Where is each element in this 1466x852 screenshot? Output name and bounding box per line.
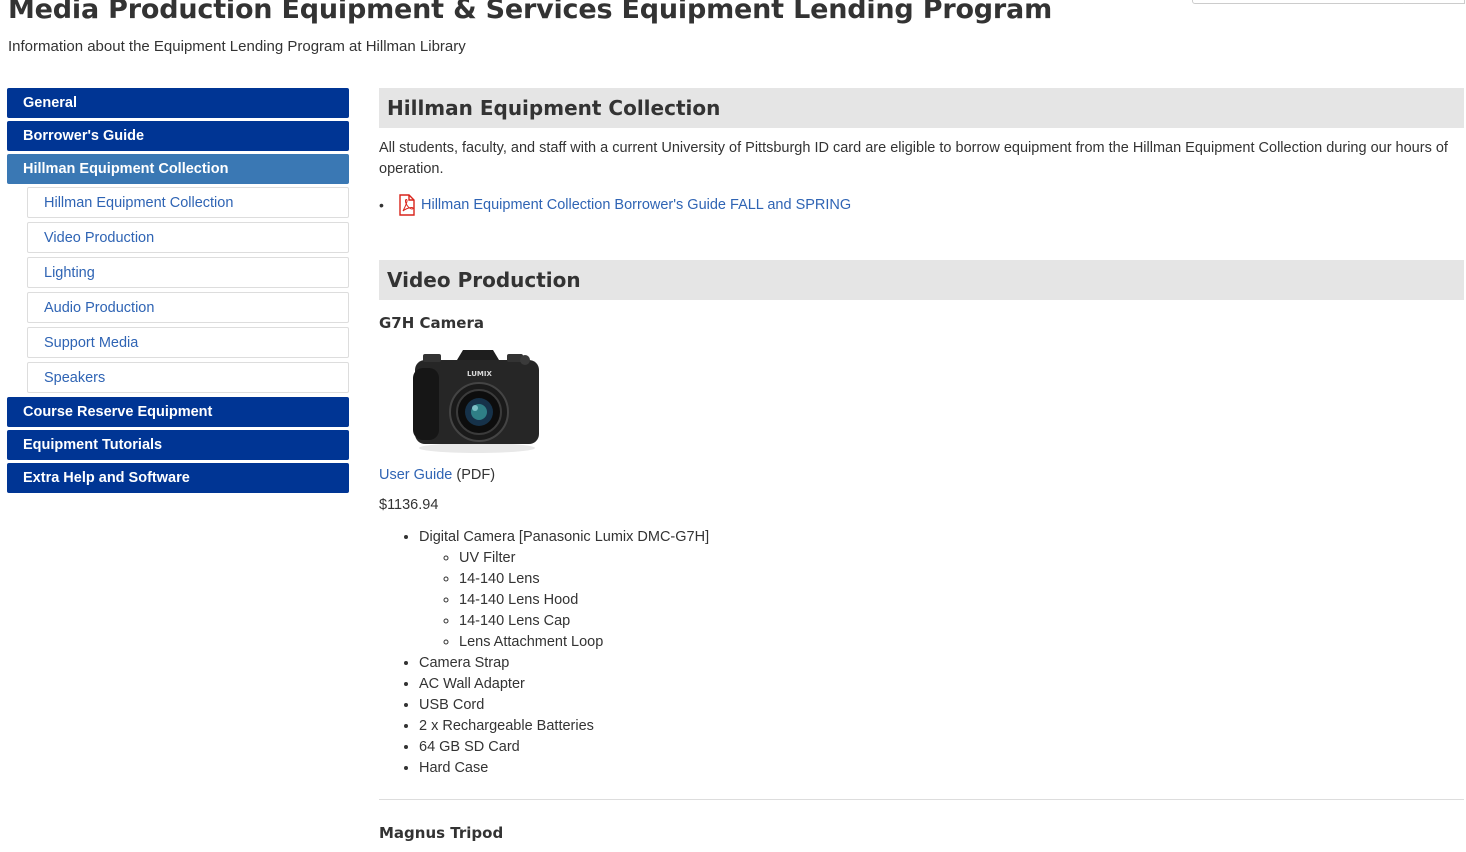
equipment-list: Digital Camera [Panasonic Lumix DMC-G7H]…: [379, 527, 1464, 779]
collection-section: Hillman Equipment Collection All student…: [379, 88, 1464, 216]
page-title: Media Production Equipment & Services Eq…: [8, 0, 1052, 25]
subnav: Hillman Equipment Collection Video Produ…: [7, 187, 349, 393]
list-item: 2 x Rechargeable Batteries: [419, 716, 1464, 737]
subnav-item-lighting[interactable]: Lighting: [27, 257, 349, 288]
list-item: Hard Case: [419, 758, 1464, 779]
user-guide-line: User Guide (PDF): [379, 467, 1464, 483]
divider: [379, 799, 1464, 800]
collection-intro: All students, faculty, and staff with a …: [379, 140, 1448, 177]
list-item: UV Filter: [459, 548, 1464, 569]
user-guide-link[interactable]: User Guide: [379, 467, 452, 483]
nav-item-general[interactable]: General: [7, 88, 349, 118]
video-production-heading: Video Production: [379, 260, 1464, 300]
camera-image: LUMIX: [409, 346, 544, 456]
video-production-section: Video Production G7H Camera LUMIX User G…: [379, 260, 1464, 842]
user-guide-format: (PDF): [452, 467, 496, 483]
borrowers-guide-link[interactable]: Hillman Equipment Collection Borrower's …: [421, 197, 851, 213]
main-content: Hillman Equipment Collection All student…: [379, 88, 1464, 842]
collection-heading: Hillman Equipment Collection: [379, 88, 1464, 128]
nav-item-extra-help-and-software[interactable]: Extra Help and Software: [7, 463, 349, 493]
nav-item-equipment-tutorials[interactable]: Equipment Tutorials: [7, 430, 349, 460]
nav-item-hillman-equipment-collection[interactable]: Hillman Equipment Collection: [7, 154, 349, 184]
list-item: 64 GB SD Card: [419, 737, 1464, 758]
list-item: • Hillman Equipment Collection Borrower'…: [379, 194, 1464, 216]
list-item: USB Cord: [419, 695, 1464, 716]
page-subtitle: Information about the Equipment Lending …: [8, 38, 466, 55]
list-item: AC Wall Adapter: [419, 674, 1464, 695]
subnav-item-video-production[interactable]: Video Production: [27, 222, 349, 253]
list-item: Lens Attachment Loop: [459, 632, 1464, 653]
price: $1136.94: [379, 497, 439, 513]
side-navigation: General Borrower's Guide Hillman Equipme…: [7, 88, 349, 496]
guide-list: • Hillman Equipment Collection Borrower'…: [379, 194, 1464, 216]
list-item-label: Digital Camera [Panasonic Lumix DMC-G7H]: [419, 529, 710, 545]
search-input[interactable]: [1192, 0, 1406, 4]
subnav-item-audio-production[interactable]: Audio Production: [27, 292, 349, 323]
sub-equipment-list: UV Filter 14-140 Lens 14-140 Lens Hood 1…: [419, 548, 1464, 653]
list-item: Camera Strap: [419, 653, 1464, 674]
subnav-item-support-media[interactable]: Support Media: [27, 327, 349, 358]
camera-brand-label: LUMIX: [467, 370, 492, 378]
subnav-item-hillman-equipment-collection[interactable]: Hillman Equipment Collection: [27, 187, 349, 218]
nav-item-borrowers-guide[interactable]: Borrower's Guide: [7, 121, 349, 151]
list-item: 14-140 Lens Cap: [459, 611, 1464, 632]
pdf-icon: [397, 194, 417, 216]
list-item: 14-140 Lens: [459, 569, 1464, 590]
nav-item-course-reserve-equipment[interactable]: Course Reserve Equipment: [7, 397, 349, 427]
subnav-item-speakers[interactable]: Speakers: [27, 362, 349, 393]
item-title: Magnus Tripod: [379, 824, 504, 842]
search-button[interactable]: [1404, 0, 1465, 4]
item-title: G7H Camera: [379, 314, 484, 332]
list-item: 14-140 Lens Hood: [459, 590, 1464, 611]
list-item: Digital Camera [Panasonic Lumix DMC-G7H]…: [419, 527, 1464, 653]
bullet: •: [379, 197, 384, 213]
